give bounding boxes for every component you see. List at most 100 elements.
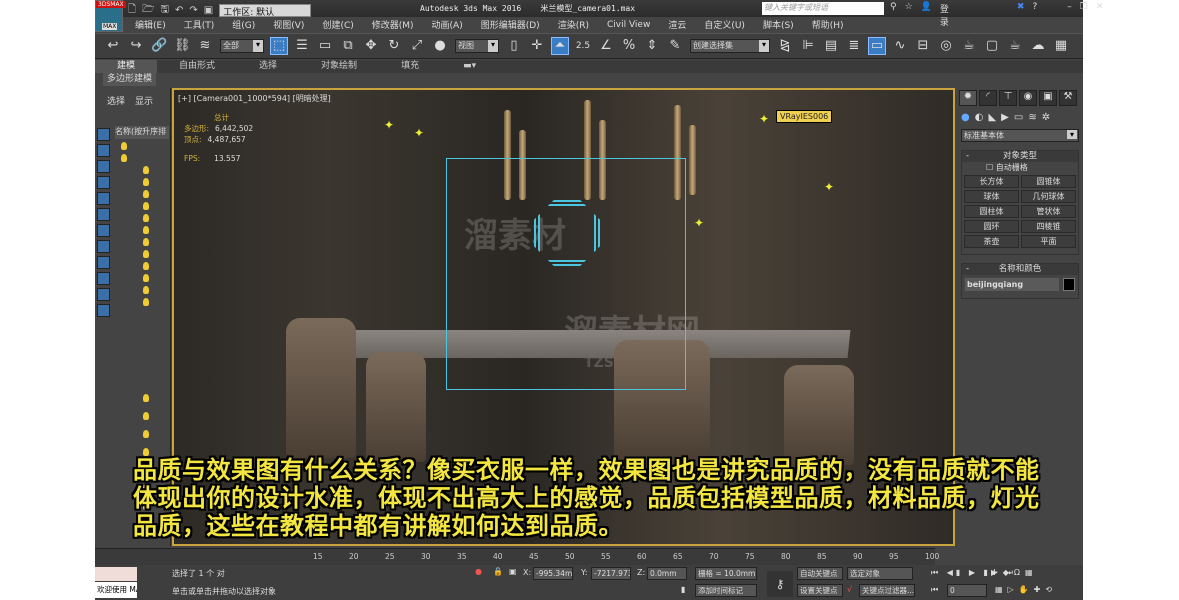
default-in-out-tangents-icon[interactable]: √ — [847, 585, 852, 594]
set-key-icon[interactable]: ⚷ — [767, 571, 793, 597]
rect-selection-icon[interactable]: ▭ — [317, 38, 333, 54]
tab-modeling[interactable]: 建模 — [95, 60, 158, 73]
explorer-select-menu[interactable]: 选择 — [107, 94, 125, 107]
light-icon[interactable]: ✦ — [694, 217, 704, 229]
light-bulb-icon[interactable] — [121, 154, 127, 162]
render-frame-window-icon[interactable]: ▦ — [1053, 38, 1069, 54]
explorer-display-menu[interactable]: 显示 — [135, 94, 153, 107]
category-dropdown[interactable]: 标准基本体 — [961, 129, 1079, 142]
filter-spacewarps-icon[interactable] — [97, 208, 110, 221]
move-icon[interactable]: ✥ — [363, 38, 379, 54]
viewport-label[interactable]: [+] [Camera001_1000*594] [明暗处理] — [178, 93, 331, 104]
filter-all-icon[interactable] — [97, 272, 110, 285]
menu-tools[interactable]: 工具(T) — [184, 18, 215, 31]
light-bulb-icon[interactable] — [143, 166, 149, 174]
curve-editor-icon[interactable]: ∿ — [892, 38, 908, 54]
primitive-button[interactable]: 四棱锥 — [1021, 220, 1076, 233]
menu-renderyun[interactable]: 渲云 — [668, 18, 686, 31]
primitive-button[interactable]: 长方体 — [964, 175, 1019, 188]
window-crossing-icon[interactable]: ⧉ — [340, 38, 356, 54]
filter-lights-icon[interactable] — [97, 160, 110, 173]
primitive-button[interactable]: 几何球体 — [1021, 190, 1076, 203]
name-column-header[interactable]: 名称(按升序排 — [115, 126, 169, 139]
filter-none-icon[interactable] — [97, 288, 110, 301]
link-icon[interactable]: 🔗 — [151, 38, 167, 54]
key-mode-dropdown[interactable]: 选定对象 — [847, 567, 913, 580]
timeline-ruler[interactable]: 15 20 25 30 35 40 45 50 55 60 65 70 75 80 85 90 95 100 — [95, 548, 939, 565]
menu-create[interactable]: 创建(C) — [322, 18, 353, 31]
selection-filter-dropdown[interactable]: 全部 — [220, 39, 264, 53]
percent-snap-icon[interactable]: % — [621, 38, 637, 54]
tab-selection[interactable]: 选择 — [237, 60, 299, 73]
light-bulb-icon[interactable] — [143, 448, 149, 456]
mirror-icon[interactable]: ⧎ — [777, 38, 793, 54]
workspace-dropdown[interactable]: 工作区: 默认 — [219, 4, 312, 18]
z-coordinate-field[interactable]: 0.0mm — [647, 567, 687, 580]
light-bulb-icon[interactable] — [143, 226, 149, 234]
utilities-tab-icon[interactable]: ⚒ — [1059, 90, 1077, 106]
light-bulb-icon[interactable] — [143, 202, 149, 210]
primitive-button[interactable]: 圆环 — [964, 220, 1019, 233]
render-icon[interactable]: ☕ — [1007, 38, 1023, 54]
tab-freeform[interactable]: 自由形式 — [157, 60, 237, 73]
material-editor-icon[interactable]: ◎ — [938, 38, 954, 54]
object-color-swatch[interactable] — [1063, 278, 1075, 291]
filter-xrefs-icon[interactable] — [97, 240, 110, 253]
key-mode-toggle-icon[interactable]: ⏮ — [931, 585, 938, 595]
scene-explorer-icon[interactable]: ▤ — [823, 38, 839, 54]
lights-icon[interactable]: ◣ — [988, 112, 996, 123]
undo-icon[interactable]: ↶ — [175, 5, 183, 16]
light-bulb-icon[interactable] — [121, 142, 127, 150]
light-bulb-icon[interactable] — [143, 274, 149, 282]
rotate-icon[interactable]: ↻ — [386, 38, 402, 54]
restore-button[interactable]: ❐ — [1080, 2, 1088, 28]
primitive-button[interactable]: 圆锥体 — [1021, 175, 1076, 188]
menu-rendering[interactable]: 渲染(R) — [558, 18, 589, 31]
maxscript-mini-listener[interactable]: 欢迎使用 MAXSc — [95, 582, 137, 598]
edit-named-selection-icon[interactable]: ✎ — [667, 38, 683, 54]
snaps-toggle[interactable]: 2.5 — [575, 38, 591, 54]
absolute-mode-icon[interactable]: ▣ — [509, 567, 517, 576]
add-time-tag-button[interactable]: 添加时间标记 — [695, 584, 757, 597]
light-bulb-icon[interactable] — [143, 412, 149, 420]
light-bulb-icon[interactable] — [143, 238, 149, 246]
isolate-icon[interactable]: ● — [475, 567, 482, 576]
spacewarps-icon[interactable]: ≋ — [1028, 112, 1036, 123]
schematic-view-icon[interactable]: ⊟ — [915, 38, 931, 54]
render-setup-icon[interactable]: ☕ — [961, 38, 977, 54]
display-tab-icon[interactable]: ▣ — [1039, 90, 1057, 106]
x-coordinate-field[interactable]: -995.34mm — [533, 567, 573, 580]
y-coordinate-field[interactable]: -7217.973 — [591, 567, 631, 580]
star-icon[interactable]: ☆ — [905, 2, 913, 28]
set-key-button[interactable]: 设置关键点 — [797, 584, 843, 597]
primitive-button[interactable]: 管状体 — [1021, 205, 1076, 218]
filter-cameras-icon[interactable] — [97, 176, 110, 189]
autogrid-checkbox[interactable]: ☐ 自动栅格 — [962, 162, 1078, 173]
menu-group[interactable]: 组(G) — [232, 18, 255, 31]
light-bulb-icon[interactable] — [143, 430, 149, 438]
keyboard-shortcut-override-icon[interactable]: ⏶ — [551, 37, 569, 55]
place-icon[interactable]: ● — [432, 38, 448, 54]
maxscript-listener[interactable] — [95, 567, 137, 581]
object-type-header[interactable]: 对象类型 — [962, 151, 1078, 162]
redo-icon[interactable]: ↪ — [128, 38, 144, 54]
create-tab-icon[interactable]: ✹ — [959, 90, 977, 106]
menu-help[interactable]: 帮助(H) — [812, 18, 844, 31]
lock-selection-icon[interactable]: 🔒 — [493, 567, 503, 576]
primitive-button[interactable]: 茶壶 — [964, 235, 1019, 248]
light-icon[interactable]: ✦ — [384, 119, 394, 131]
light-bulb-icon[interactable] — [143, 298, 149, 306]
hierarchy-tab-icon[interactable]: ⊤ — [999, 90, 1017, 106]
unlink-icon[interactable]: ⛓ — [174, 38, 191, 54]
filter-helpers-icon[interactable] — [97, 192, 110, 205]
key-filters-button[interactable]: 关键点过滤器... — [859, 584, 915, 597]
named-selection-sets-dropdown[interactable]: 创建选择集 — [690, 39, 770, 53]
time-tag-icon[interactable]: ▮ — [681, 585, 685, 594]
close-button[interactable]: ✕ — [1096, 2, 1104, 28]
project-icon[interactable]: ▣ — [204, 5, 213, 16]
motion-tab-icon[interactable]: ◉ — [1019, 90, 1037, 106]
filter-groups-icon[interactable] — [97, 224, 110, 237]
menu-modifiers[interactable]: 修改器(M) — [372, 18, 414, 31]
layer-explorer-icon[interactable]: ≣ — [846, 38, 862, 54]
name-color-header[interactable]: 名称和颜色 — [962, 264, 1078, 275]
